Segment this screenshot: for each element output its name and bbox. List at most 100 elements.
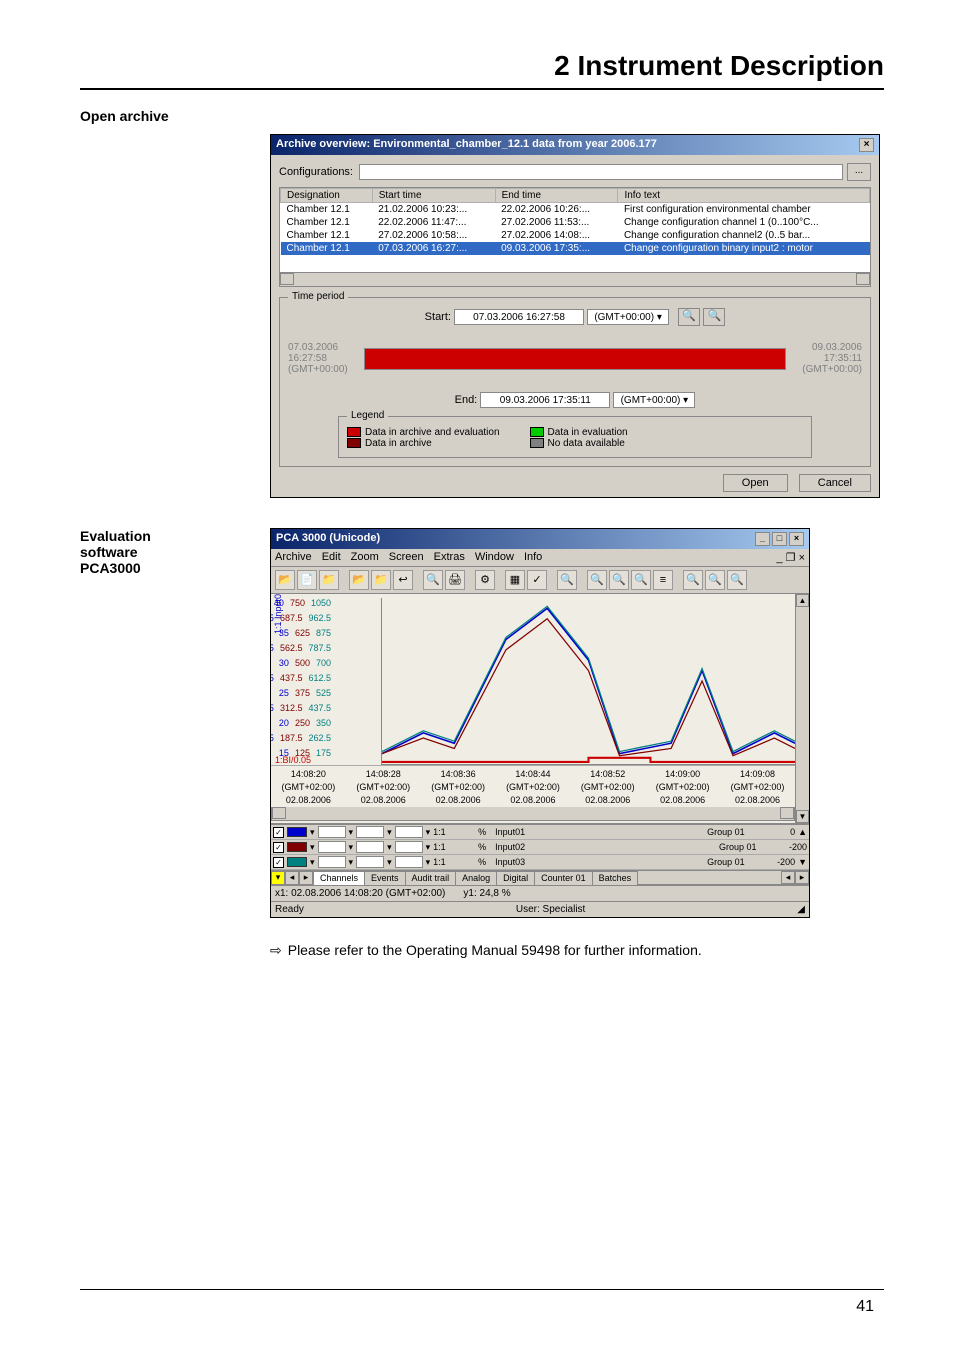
channel-checkbox[interactable]: ✓ — [273, 827, 284, 838]
scroll-left-icon[interactable] — [272, 807, 286, 819]
tab-scroll-left-icon[interactable]: ◂ — [781, 871, 795, 884]
mdi-minimize-icon[interactable]: _ — [776, 552, 782, 564]
end-input[interactable]: 09.03.2006 17:35:11 — [480, 392, 610, 408]
open-button[interactable]: Open — [723, 474, 788, 492]
close-icon[interactable]: × — [859, 138, 874, 152]
channel-dd[interactable] — [318, 841, 346, 853]
h-scrollbar[interactable] — [279, 273, 871, 287]
config-listview[interactable]: Designation Start time End time Info tex… — [279, 187, 871, 273]
channel-color[interactable] — [287, 842, 307, 852]
channel-color[interactable] — [287, 857, 307, 867]
scroll-left-icon[interactable] — [280, 273, 294, 285]
arrow-icon: ⇨ — [270, 942, 282, 959]
table-row[interactable]: Chamber 12.1 21.02.2006 10:23:... 22.02.… — [281, 203, 870, 217]
channel-color[interactable] — [287, 827, 307, 837]
zoom-icon[interactable]: 🔍 — [683, 570, 703, 590]
menu-extras[interactable]: Extras — [434, 551, 465, 564]
tab-events[interactable]: Events — [364, 871, 406, 885]
channel-dd[interactable] — [356, 856, 384, 868]
channel-row[interactable]: ✓ ▾ ▾ ▾ ▾ 1:1 % Input02 Group 01 -200 — [271, 840, 809, 855]
scroll-up-icon[interactable]: ▲ — [796, 594, 809, 607]
col-start[interactable]: Start time — [372, 189, 495, 203]
zoom-in-icon[interactable]: 🔍 — [678, 308, 700, 326]
zoom-icon[interactable]: 🔍 — [631, 570, 651, 590]
maximize-icon[interactable]: □ — [772, 532, 787, 546]
cancel-button[interactable]: Cancel — [799, 474, 871, 492]
config-browse-button[interactable]: ... — [847, 163, 871, 181]
resize-grip-icon[interactable]: ◢ — [797, 904, 805, 915]
table-row[interactable]: Chamber 12.1 22.02.2006 11:47:... 27.02.… — [281, 216, 870, 229]
tab-nav-right-icon[interactable]: ▸ — [299, 871, 313, 885]
minimize-icon[interactable]: _ — [755, 532, 770, 546]
channel-dd[interactable] — [395, 856, 423, 868]
menu-edit[interactable]: Edit — [322, 551, 341, 564]
preview-icon[interactable]: 🔍 — [423, 570, 443, 590]
channel-checkbox[interactable]: ✓ — [273, 857, 284, 868]
start-gmt-select[interactable]: (GMT+00:00) ▾ — [587, 309, 669, 325]
channel-dd[interactable] — [395, 841, 423, 853]
channel-dd[interactable] — [318, 826, 346, 838]
menu-screen[interactable]: Screen — [389, 551, 424, 564]
table-row-selected[interactable]: Chamber 12.1 07.03.2006 16:27:... 09.03.… — [281, 242, 870, 255]
table-row[interactable]: Chamber 12.1 27.02.2006 10:58:... 27.02.… — [281, 229, 870, 242]
channel-checkbox[interactable]: ✓ — [273, 842, 284, 853]
mdi-close-icon[interactable]: × — [799, 552, 805, 564]
zoom-icon[interactable]: 🔍 — [587, 570, 607, 590]
zoom-icon[interactable]: 🔍 — [557, 570, 577, 590]
eval-label-1: Evaluation — [80, 528, 270, 544]
tab-analog[interactable]: Analog — [455, 871, 497, 885]
scroll-down-icon[interactable]: ▼ — [796, 810, 809, 823]
open-icon[interactable]: 📂 — [275, 570, 295, 590]
tool-icon[interactable]: 📂 — [349, 570, 369, 590]
scroll-right-icon[interactable] — [780, 807, 794, 819]
print-icon[interactable]: 🖨 — [445, 570, 465, 590]
plot-canvas[interactable] — [381, 598, 795, 765]
scroll-right-icon[interactable] — [856, 273, 870, 285]
menu-info[interactable]: Info — [524, 551, 542, 564]
channel-row[interactable]: ✓ ▾ ▾ ▾ ▾ 1:1 % Input03 Group 01 -200▼ — [271, 855, 809, 870]
col-info[interactable]: Info text — [618, 189, 870, 203]
zoom-out-icon[interactable]: 🔍 — [703, 308, 725, 326]
tab-nav-left-icon[interactable]: ◂ — [285, 871, 299, 885]
config-input[interactable] — [359, 164, 843, 180]
tool-icon[interactable]: 📁 — [371, 570, 391, 590]
zoom-icon[interactable]: 🔍 — [705, 570, 725, 590]
tool-icon[interactable]: 📁 — [319, 570, 339, 590]
tool-icon[interactable]: 📄 — [297, 570, 317, 590]
tool-icon[interactable]: ⚙ — [475, 570, 495, 590]
end-gmt-select[interactable]: (GMT+00:00) ▾ — [613, 392, 695, 408]
tool-icon[interactable]: ✓ — [527, 570, 547, 590]
mdi-restore-icon[interactable]: ❐ — [786, 552, 796, 564]
zoom-icon[interactable]: 🔍 — [609, 570, 629, 590]
tab-counter[interactable]: Counter 01 — [534, 871, 593, 885]
menu-archive[interactable]: Archive — [275, 551, 312, 564]
archive-titlebar: Archive overview: Environmental_chamber_… — [271, 135, 879, 155]
channel-dd[interactable] — [395, 826, 423, 838]
tab-channels[interactable]: Channels — [313, 871, 365, 885]
start-input[interactable]: 07.03.2006 16:27:58 — [454, 309, 584, 325]
tool-icon[interactable]: ≡ — [653, 570, 673, 590]
tab-scroll-right-icon[interactable]: ▸ — [795, 871, 809, 884]
menu-window[interactable]: Window — [475, 551, 514, 564]
tab-audit[interactable]: Audit trail — [405, 871, 457, 885]
cell: Chamber 12.1 — [281, 229, 373, 242]
col-end[interactable]: End time — [495, 189, 618, 203]
menu-zoom[interactable]: Zoom — [351, 551, 379, 564]
xdate: 02.08.2006 — [735, 795, 780, 805]
graph-h-scrollbar[interactable] — [271, 807, 795, 821]
time-slider[interactable] — [364, 348, 786, 370]
tab-nav-icon[interactable]: ▾ — [271, 871, 285, 885]
v-scrollbar[interactable]: ▲ ▼ — [795, 594, 809, 823]
tool-icon[interactable]: ▦ — [505, 570, 525, 590]
channel-row[interactable]: ✓ ▾ ▾ ▾ ▾ 1:1 % Input01 Group 01 0▲ — [271, 825, 809, 840]
channel-dd[interactable] — [318, 856, 346, 868]
col-designation[interactable]: Designation — [281, 189, 373, 203]
channel-dd[interactable] — [356, 826, 384, 838]
close-icon[interactable]: × — [789, 532, 804, 546]
channel-dd[interactable] — [356, 841, 384, 853]
tool-icon[interactable]: ↩ — [393, 570, 413, 590]
xgmt: (GMT+02:00) — [282, 782, 336, 792]
tab-batches[interactable]: Batches — [592, 871, 639, 885]
zoom-icon[interactable]: 🔍 — [727, 570, 747, 590]
tab-digital[interactable]: Digital — [496, 871, 535, 885]
